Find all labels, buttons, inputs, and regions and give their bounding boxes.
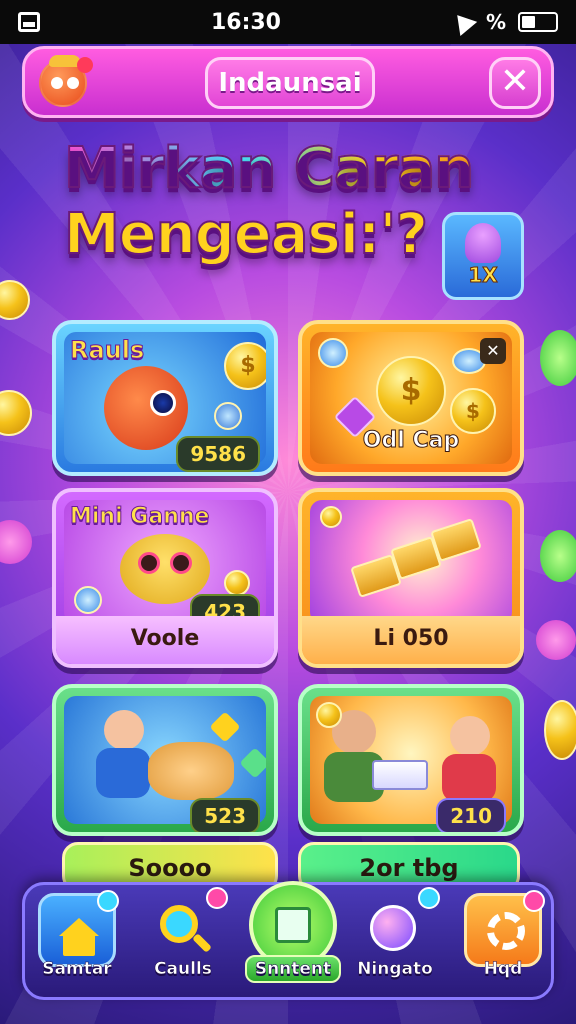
nav-item-settings[interactable]: Hqd: [457, 890, 549, 993]
nav-label: Snntent: [245, 955, 341, 983]
nav-label: Ningato: [357, 959, 433, 980]
girl-body-icon: [442, 754, 496, 802]
coin-icon: $: [376, 356, 446, 426]
coin-icon: [224, 570, 250, 596]
coin-icon: [74, 586, 102, 614]
robot-eye-icon: [138, 552, 160, 574]
status-time: 16:30: [210, 9, 281, 35]
location-icon: [448, 8, 478, 36]
headline: Mirkan Caran Mengeasi:'?: [63, 135, 504, 268]
coin-icon: [214, 402, 242, 430]
mascot-character-icon: [104, 366, 188, 450]
gear-icon: [464, 890, 545, 967]
game-card-trade[interactable]: 210: [298, 684, 524, 836]
nav-item-home[interactable]: Samtar: [31, 890, 123, 993]
card-label: Li 050: [302, 616, 520, 664]
nav-label: Caulls: [154, 959, 212, 980]
card-label: Voole: [56, 616, 274, 664]
card-value-badge: 9586: [176, 436, 260, 472]
dismiss-icon[interactable]: ✕: [480, 338, 506, 364]
status-bar: 16:30 %: [0, 0, 576, 44]
game-card-rauls[interactable]: $ Rauls 9586: [52, 320, 278, 476]
search-icon: [144, 887, 228, 967]
notification-dot-icon: [77, 57, 93, 73]
boy-character-icon: [104, 710, 144, 750]
coin-icon: [316, 702, 342, 728]
card-art: [310, 500, 512, 624]
game-card-li-050[interactable]: Li 050: [298, 488, 524, 668]
robot-character-icon: [120, 534, 210, 604]
coin-icon: $: [224, 342, 266, 390]
background-coin: [540, 330, 576, 386]
headline-line-1: Mirkan Caran: [63, 135, 504, 202]
home-icon: [38, 890, 119, 967]
close-button[interactable]: ✕: [489, 57, 541, 109]
top-header: Indaunsai ✕: [22, 46, 554, 118]
background-coin: [544, 700, 576, 760]
icecream-icon: [465, 223, 501, 263]
game-card-mini-ganne[interactable]: Mini Ganne 423 Voole: [52, 488, 278, 668]
background-coin: [540, 530, 576, 582]
background-coin: [536, 620, 576, 660]
nav-item-search[interactable]: Caulls: [137, 887, 229, 993]
girl-character-icon: [450, 716, 490, 756]
card-value-badge: 523: [190, 798, 260, 832]
nav-item-center[interactable]: Snntent: [243, 881, 343, 983]
card-title: Mini Ganne: [69, 504, 210, 530]
signal-text: %: [485, 10, 506, 34]
card-value-badge: 210: [436, 798, 506, 832]
game-card-adventure[interactable]: 523: [52, 684, 278, 836]
reward-multiplier: 1X: [468, 263, 498, 288]
chat-bubble-icon: [356, 887, 440, 967]
gift-box-icon: [372, 760, 428, 790]
nav-label: Samtar: [42, 959, 112, 980]
boy-body-icon: [96, 748, 150, 798]
gem-icon: [209, 711, 241, 743]
card-label: Odl Cap: [362, 428, 460, 454]
nav-label: Hqd: [483, 959, 523, 980]
dog-character-icon: [148, 742, 234, 800]
nav-item-chat[interactable]: Ningato: [349, 887, 441, 993]
card-title: Rauls: [69, 336, 145, 365]
bottom-nav: Samtar Caulls Snntent Ningato Hqd: [22, 881, 554, 1000]
robot-eye-icon: [170, 552, 192, 574]
headline-line-2: Mengeasi:'?: [63, 201, 429, 268]
battery-icon: [517, 12, 558, 32]
game-card-odl-cap[interactable]: $ $ ✕ Odl Cap: [298, 320, 524, 476]
coin-icon: [320, 506, 342, 528]
status-icons: %: [448, 8, 558, 36]
mascot-eye-icon: [150, 390, 176, 416]
header-title[interactable]: Indaunsai: [205, 57, 375, 109]
coin-icon: [318, 338, 348, 368]
gem-icon: [239, 747, 266, 779]
treasure-block-icon: [430, 517, 482, 563]
screenshot-icon: [18, 12, 40, 32]
reward-chip[interactable]: 1X: [442, 212, 524, 300]
